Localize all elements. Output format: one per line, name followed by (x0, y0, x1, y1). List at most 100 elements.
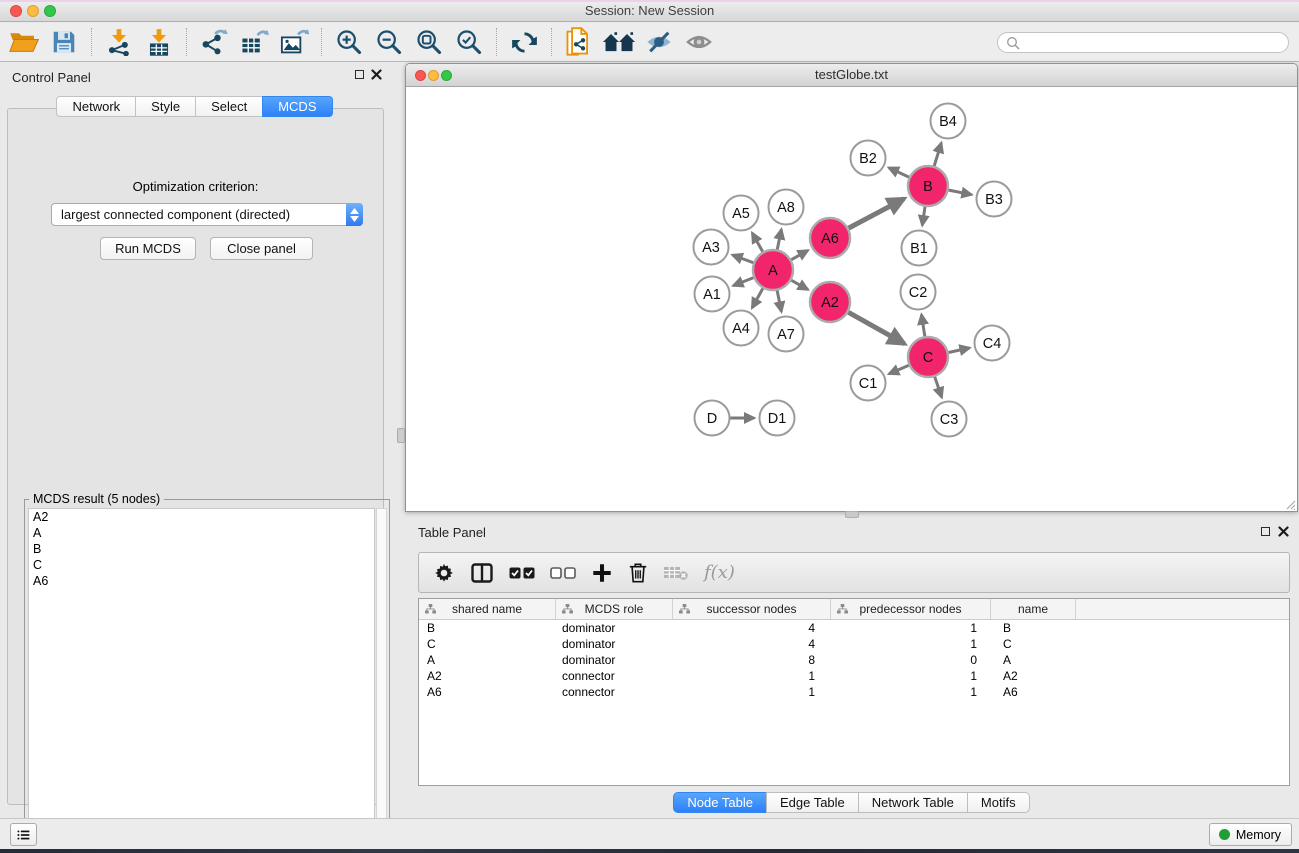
add-column-button[interactable] (591, 562, 613, 584)
network-maximize-button[interactable] (441, 70, 452, 81)
table-toolbar: f(x) (418, 552, 1290, 593)
graph-node-D1[interactable]: D1 (760, 401, 795, 436)
close-panel-icon[interactable] (371, 69, 382, 80)
horizontal-scroll-thumb[interactable] (845, 511, 859, 518)
search-input[interactable] (997, 32, 1289, 53)
run-mcds-button[interactable]: Run MCDS (100, 237, 196, 260)
table-row[interactable]: Adominator80A (419, 652, 1289, 668)
column-header-mcds-role[interactable]: MCDS role (556, 599, 673, 619)
hide-panel-button[interactable] (639, 25, 679, 59)
task-history-button[interactable] (10, 823, 37, 846)
share-document-button[interactable] (559, 25, 599, 59)
table-row[interactable]: A2connector11A2 (419, 668, 1289, 684)
svg-text:A7: A7 (777, 327, 795, 343)
graph-node-B4[interactable]: B4 (931, 104, 966, 139)
home-button[interactable] (599, 25, 639, 59)
mcds-result-item[interactable]: C (29, 557, 374, 573)
table-row[interactable]: Bdominator41B (419, 620, 1289, 636)
export-image-button[interactable] (274, 25, 314, 59)
graph-node-A4[interactable]: A4 (724, 311, 759, 346)
column-header-predecessor-nodes[interactable]: predecessor nodes (831, 599, 991, 619)
show-columns-button[interactable] (470, 562, 494, 584)
deselect-all-button[interactable] (550, 566, 576, 580)
table-row[interactable]: A6connector11A6 (419, 684, 1289, 700)
graph-node-B2[interactable]: B2 (851, 141, 886, 176)
export-table-button[interactable] (234, 25, 274, 59)
maximize-window-button[interactable] (44, 5, 56, 17)
result-scrollbar[interactable] (376, 508, 387, 835)
network-window-titlebar[interactable]: testGlobe.txt (406, 64, 1297, 87)
splitter-handle[interactable] (397, 428, 405, 443)
memory-button[interactable]: Memory (1209, 823, 1292, 846)
resize-grip-icon[interactable] (1284, 498, 1296, 510)
eye-icon (685, 28, 713, 56)
save-session-button[interactable] (44, 25, 84, 59)
graph-node-C[interactable]: C (908, 337, 948, 377)
table-cell: 1 (831, 684, 991, 700)
graph-node-C2[interactable]: C2 (901, 275, 936, 310)
graph-node-B3[interactable]: B3 (977, 182, 1012, 217)
tab-style[interactable]: Style (135, 96, 196, 117)
mcds-result-list[interactable]: A2ABCA6 (28, 508, 375, 835)
table-settings-button[interactable] (433, 562, 455, 584)
table-cell: A6 (419, 684, 556, 700)
criterion-select[interactable]: largest connected component (directed) (51, 203, 363, 226)
graph-node-D[interactable]: D (695, 401, 730, 436)
refresh-layout-button[interactable] (504, 25, 544, 59)
table-cell: 4 (673, 636, 831, 652)
mcds-result-item[interactable]: A2 (29, 509, 374, 525)
show-panel-button[interactable] (679, 25, 719, 59)
table-cell: dominator (556, 636, 673, 652)
close-table-panel-icon[interactable] (1278, 526, 1289, 537)
tab-motifs[interactable]: Motifs (967, 792, 1030, 813)
table-row[interactable]: Cdominator41C (419, 636, 1289, 652)
graph-node-C1[interactable]: C1 (851, 366, 886, 401)
tab-mcds[interactable]: MCDS (262, 96, 332, 117)
float-panel-icon[interactable] (355, 70, 364, 79)
mcds-result-item[interactable]: B (29, 541, 374, 557)
zoom-fit-button[interactable] (409, 25, 449, 59)
zoom-in-icon (335, 28, 363, 56)
tab-edge-table[interactable]: Edge Table (766, 792, 859, 813)
graph-node-A7[interactable]: A7 (769, 317, 804, 352)
zoom-in-button[interactable] (329, 25, 369, 59)
export-network-button[interactable] (194, 25, 234, 59)
graph-node-C4[interactable]: C4 (975, 326, 1010, 361)
network-canvas[interactable]: B4 B2 B B3 A5 A8A6 A3 B1 A C2 A1 A2 A4 A7 C4 C C1 C3 D D1 (407, 88, 1296, 511)
graph-node-A3[interactable]: A3 (694, 230, 729, 265)
graph-node-A5[interactable]: A5 (724, 196, 759, 231)
graph-node-C3[interactable]: C3 (932, 402, 967, 437)
import-table-button[interactable] (139, 25, 179, 59)
select-all-button[interactable] (509, 566, 535, 580)
mcds-result-item[interactable]: A6 (29, 573, 374, 589)
graph-node-B1[interactable]: B1 (902, 231, 937, 266)
column-header-shared-name[interactable]: shared name (419, 599, 556, 619)
open-session-button[interactable] (4, 25, 44, 59)
control-panel-title: Control Panel (12, 70, 91, 85)
column-header-name[interactable]: name (991, 599, 1076, 619)
graph-node-A2[interactable]: A2 (810, 282, 850, 322)
tab-select[interactable]: Select (195, 96, 263, 117)
graph-node-A1[interactable]: A1 (695, 277, 730, 312)
graph-node-B[interactable]: B (908, 166, 948, 206)
network-close-button[interactable] (415, 70, 426, 81)
close-window-button[interactable] (10, 5, 22, 17)
delete-column-button[interactable] (628, 562, 648, 584)
zoom-out-button[interactable] (369, 25, 409, 59)
zoom-selected-button[interactable] (449, 25, 489, 59)
close-panel-button[interactable]: Close panel (210, 237, 313, 260)
minimize-window-button[interactable] (27, 5, 39, 17)
checked-boxes-icon (509, 566, 535, 580)
main-toolbar (0, 23, 1299, 62)
column-header-successor-nodes[interactable]: successor nodes (673, 599, 831, 619)
tab-network[interactable]: Network (56, 96, 136, 117)
float-table-panel-icon[interactable] (1261, 527, 1270, 536)
graph-node-A[interactable]: A (753, 250, 793, 290)
tab-node-table[interactable]: Node Table (673, 792, 767, 813)
network-minimize-button[interactable] (428, 70, 439, 81)
tab-network-table[interactable]: Network Table (858, 792, 968, 813)
graph-node-A6[interactable]: A6 (810, 218, 850, 258)
import-network-button[interactable] (99, 25, 139, 59)
mcds-result-item[interactable]: A (29, 525, 374, 541)
graph-node-A8[interactable]: A8 (769, 190, 804, 225)
